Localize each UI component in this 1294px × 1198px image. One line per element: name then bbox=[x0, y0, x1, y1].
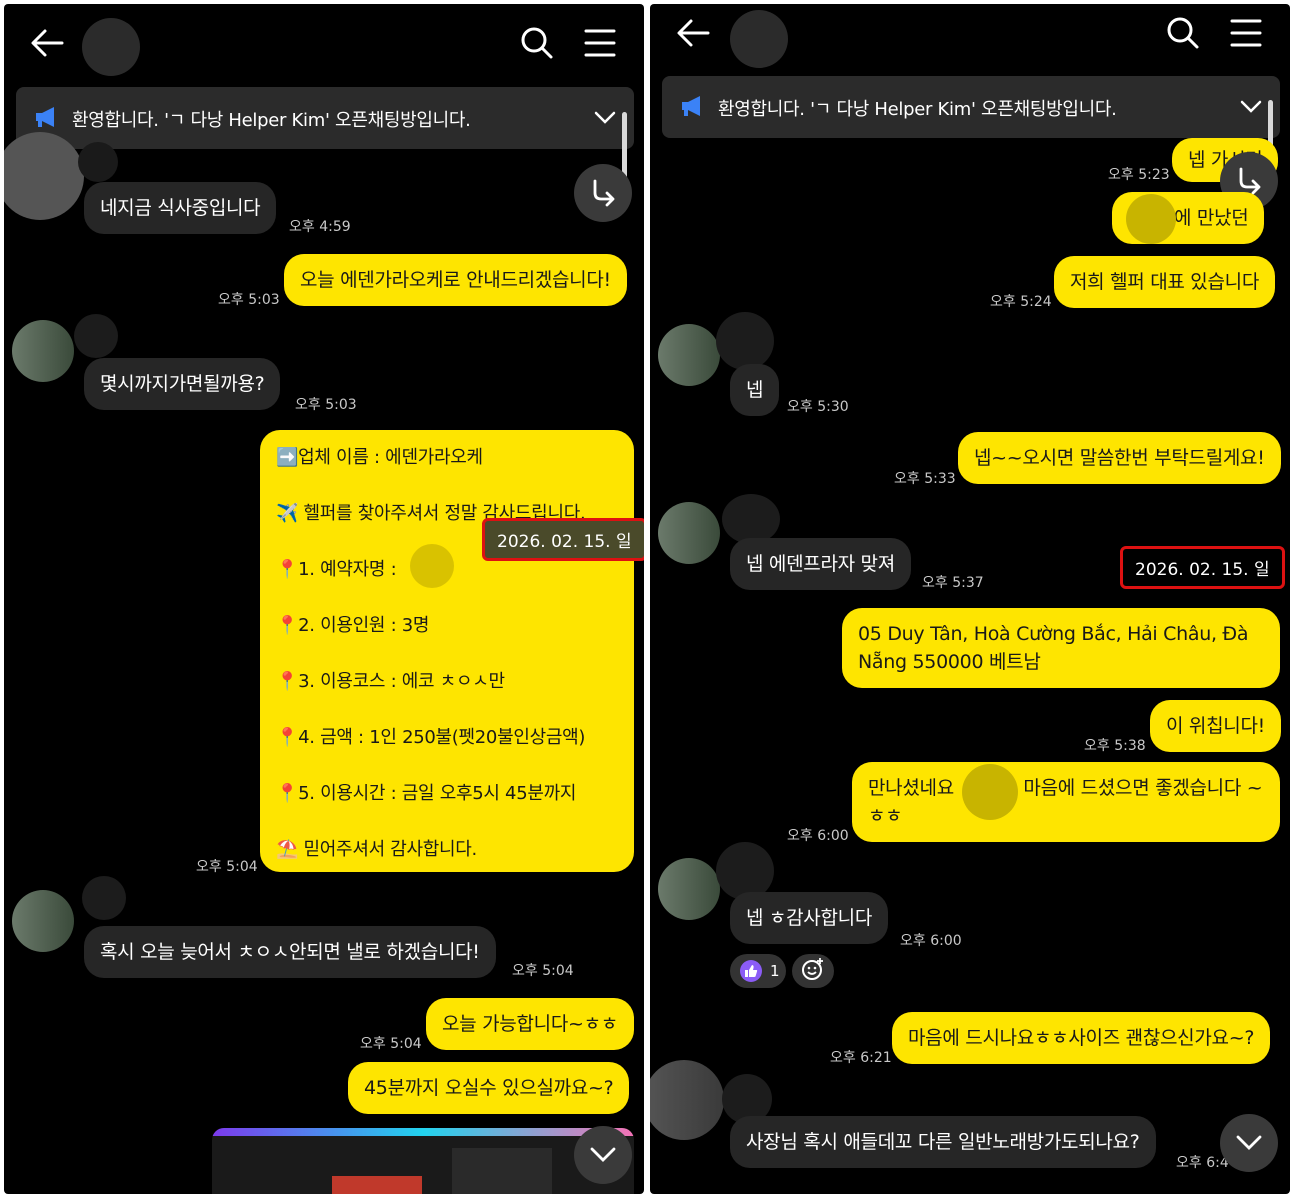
reservation-line: 📍2. 이용인원 : 3명 bbox=[276, 615, 430, 636]
message-time: 오후 5:37 bbox=[922, 575, 984, 591]
avatar[interactable] bbox=[658, 502, 720, 564]
sender-name bbox=[722, 494, 780, 544]
search-icon[interactable] bbox=[1166, 16, 1200, 50]
chatroom-avatar[interactable] bbox=[730, 10, 788, 68]
scroll-down-button[interactable] bbox=[574, 1126, 632, 1184]
message-bubble[interactable]: 사장님 혹시 애들데꼬 다른 일반노래방가도되나요? bbox=[730, 1116, 1156, 1168]
message-bubble[interactable]: 마음에 드시나요ㅎㅎ사이즈 괜찮으신가요~? bbox=[892, 1012, 1271, 1064]
menu-icon[interactable] bbox=[1230, 18, 1262, 48]
message-bubble[interactable]: 이 위칩니다! bbox=[1150, 700, 1281, 752]
notice-banner[interactable]: 환영합니다. 'ㄱ 다낭 Helper Kim' 오픈채팅방입니다. bbox=[16, 87, 634, 149]
chevron-down-icon[interactable] bbox=[1240, 98, 1262, 119]
message-time: 오후 6:00 bbox=[900, 933, 962, 949]
reservation-message-bubble[interactable]: ➡️업체 이름 : 에덴가라오케 ✈️ 헬퍼를 찾아주셔서 정말 감사드립니다.… bbox=[260, 430, 634, 872]
date-badge: 2026. 02. 15. 일 bbox=[1120, 546, 1285, 589]
message-text-part: ㅎㅎ bbox=[868, 805, 903, 827]
message-bubble[interactable]: 45분까지 오실수 있으실까요~? bbox=[348, 1062, 630, 1114]
search-icon[interactable] bbox=[520, 26, 554, 60]
reservation-line: ➡️업체 이름 : 에덴가라오케 bbox=[276, 447, 483, 468]
back-arrow-icon[interactable] bbox=[676, 18, 710, 48]
message-time: 오후 6:00 bbox=[787, 828, 849, 844]
reaction-count: 1 bbox=[770, 962, 780, 980]
share-arrow-icon bbox=[1235, 167, 1263, 195]
message-bubble[interactable]: 넵~~오시면 말씀한번 부탁드릴게요! bbox=[958, 432, 1281, 484]
message-bubble[interactable]: 몇시까지가면될까용? bbox=[84, 358, 281, 410]
notice-text: 환영합니다. 'ㄱ 다낭 Helper Kim' 오픈채팅방입니다. bbox=[72, 110, 471, 131]
reservation-line: 📍5. 이용시간 : 금일 오후5시 45분까지 bbox=[276, 783, 577, 804]
message-bubble[interactable]: 오늘 가능합니다~ㅎㅎ bbox=[426, 998, 634, 1050]
message-time: 오후 5:04 bbox=[196, 859, 258, 875]
back-arrow-icon[interactable] bbox=[30, 28, 64, 58]
message-time: 오후 5:23 bbox=[1108, 167, 1170, 183]
avatar[interactable] bbox=[12, 320, 74, 382]
thumbs-up-icon bbox=[740, 960, 762, 982]
message-bubble[interactable]: 넵 bbox=[730, 364, 780, 416]
message-time: 오후 6:21 bbox=[830, 1050, 892, 1066]
message-time: 오후 5:03 bbox=[295, 397, 357, 413]
message-time: 오후 5:38 bbox=[1084, 738, 1146, 754]
like-reaction[interactable]: 1 bbox=[730, 954, 786, 988]
chevron-down-icon[interactable] bbox=[594, 109, 616, 130]
message-time: 오후 5:04 bbox=[360, 1036, 422, 1052]
message-time: 오후 5:33 bbox=[894, 471, 956, 487]
date-badge: 2026. 02. 15. 일 bbox=[482, 518, 644, 561]
message-bubble[interactable]: 오늘 에덴가라오케로 안내드리겠습니다! bbox=[284, 254, 627, 306]
message-time: 오후 5:24 bbox=[990, 294, 1052, 310]
shared-photo[interactable] bbox=[212, 1128, 634, 1194]
sender-name bbox=[716, 312, 774, 370]
redacted-name bbox=[410, 544, 454, 588]
scroll-down-button[interactable] bbox=[1220, 1114, 1278, 1172]
redacted-name bbox=[962, 764, 1018, 820]
photo-wall bbox=[452, 1148, 552, 1194]
right-chat-screen: 환영합니다. 'ㄱ 다낭 Helper Kim' 오픈채팅방입니다. 넵 가시면… bbox=[650, 4, 1290, 1194]
left-chat-screen: 환영합니다. 'ㄱ 다낭 Helper Kim' 오픈채팅방입니다. 네지금 식… bbox=[4, 4, 644, 1194]
menu-icon[interactable] bbox=[584, 28, 616, 58]
message-time: 오후 5:03 bbox=[218, 292, 280, 308]
add-reaction-button[interactable] bbox=[792, 954, 834, 988]
message-time: 오후 6:4 bbox=[1176, 1155, 1229, 1171]
photo-screen bbox=[332, 1176, 422, 1194]
message-bubble[interactable]: 저희 헬퍼 대표 있습니다 bbox=[1054, 256, 1276, 308]
message-time: 오후 5:04 bbox=[512, 963, 574, 979]
add-reaction-icon bbox=[801, 957, 825, 985]
redacted-name bbox=[1126, 194, 1176, 244]
avatar[interactable] bbox=[658, 324, 720, 386]
sender-name bbox=[78, 142, 118, 182]
message-bubble[interactable]: 넵 ㅎ감사합니다 bbox=[730, 892, 889, 944]
message-time: 오후 5:30 bbox=[787, 399, 849, 415]
reservation-line: 📍3. 이용코스 : 에코 ㅊㅇㅅ만 bbox=[276, 671, 505, 692]
chevron-down-icon bbox=[1236, 1135, 1262, 1151]
notice-banner[interactable]: 환영합니다. 'ㄱ 다낭 Helper Kim' 오픈채팅방입니다. bbox=[662, 76, 1280, 138]
reservation-line: ⛱️ 믿어주셔서 감사합니다. bbox=[276, 839, 477, 860]
address-message-bubble[interactable]: 05 Duy Tân, Hoà Cường Bắc, Hải Châu, Đà … bbox=[842, 608, 1280, 688]
photo-light-strip bbox=[212, 1128, 634, 1136]
chevron-down-icon bbox=[590, 1147, 616, 1163]
megaphone-icon bbox=[34, 105, 60, 134]
sender-name bbox=[74, 314, 118, 358]
share-arrow-icon bbox=[589, 179, 617, 207]
sender-name bbox=[82, 876, 126, 920]
reservation-line: 📍4. 금액 : 1인 250불(펫20불인상금액) bbox=[276, 727, 586, 748]
avatar[interactable] bbox=[650, 1060, 724, 1140]
message-text-part: 마음에 드셨으면 좋겠습니다 ~ bbox=[1023, 777, 1263, 799]
message-bubble[interactable]: 넵 에덴프라자 맞져 bbox=[730, 538, 911, 590]
chatroom-avatar[interactable] bbox=[82, 18, 140, 76]
avatar[interactable] bbox=[658, 858, 720, 920]
message-time: 오후 4:59 bbox=[289, 219, 351, 235]
message-bubble[interactable]: 네지금 식사중입니다 bbox=[84, 182, 277, 234]
message-text-part: 만나셨네요 bbox=[868, 777, 954, 799]
message-bubble[interactable]: 만나셨네요 마음에 드셨으면 좋겠습니다 ~ ㅎㅎ bbox=[852, 762, 1280, 842]
megaphone-icon bbox=[680, 94, 706, 123]
message-bubble[interactable]: 혹시 오늘 늦어서 ㅊㅇㅅ안되면 낼로 하겠습니다! bbox=[84, 926, 496, 978]
avatar[interactable] bbox=[4, 132, 84, 220]
share-button[interactable] bbox=[574, 164, 632, 222]
avatar[interactable] bbox=[12, 890, 74, 952]
notice-text: 환영합니다. 'ㄱ 다낭 Helper Kim' 오픈채팅방입니다. bbox=[718, 99, 1117, 120]
